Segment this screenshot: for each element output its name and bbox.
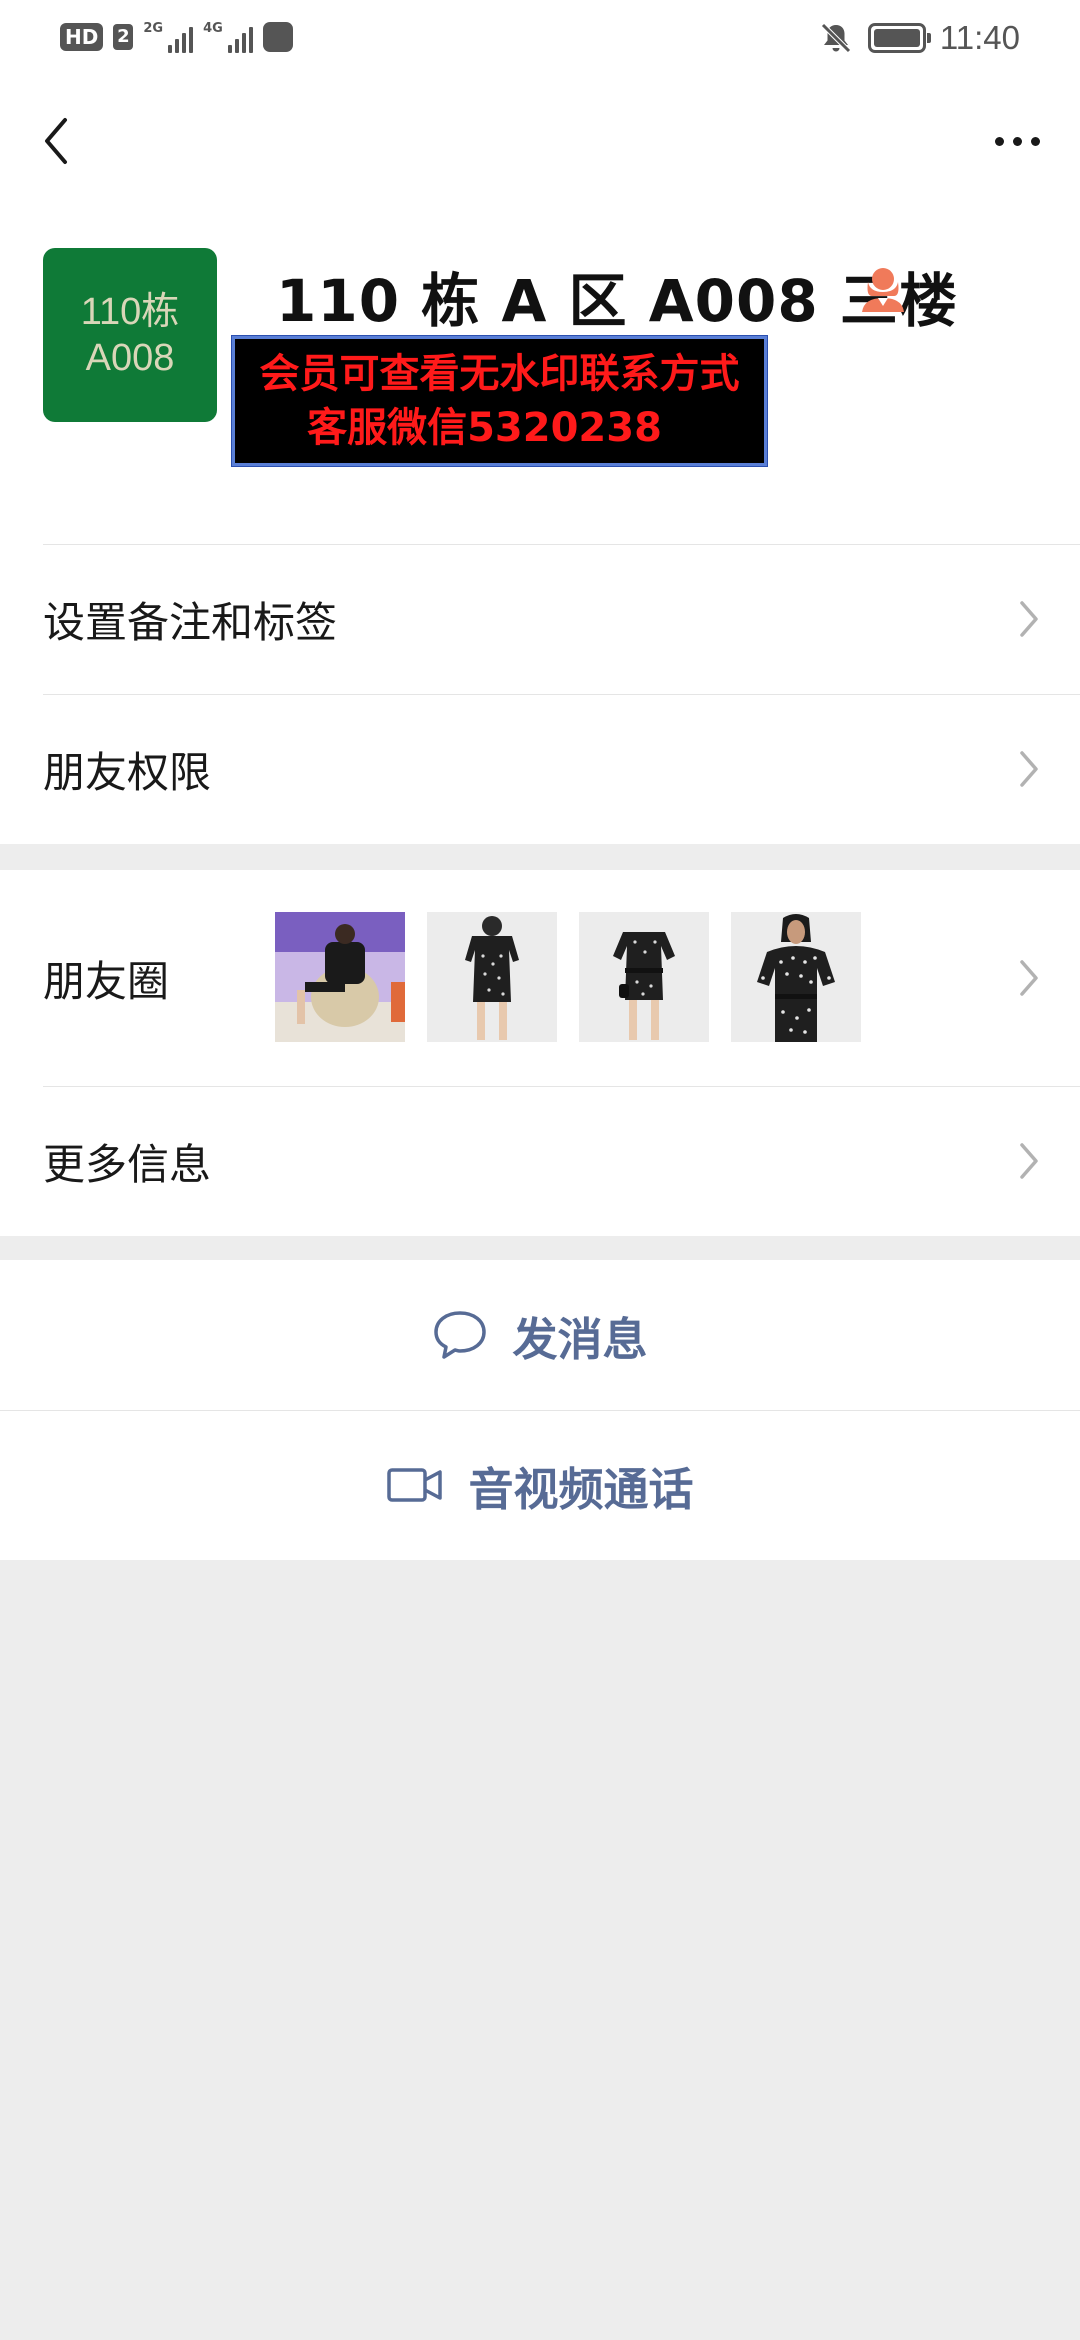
more-info-row[interactable]: 更多信息 [43, 1086, 1080, 1236]
video-call-button[interactable]: 音视频通话 [0, 1410, 1080, 1560]
chat-bubble-icon [434, 1311, 487, 1359]
send-message-label: 发消息 [512, 1312, 648, 1366]
moments-photo[interactable] [427, 912, 557, 1042]
remark-tags-label: 设置备注和标签 [43, 597, 338, 647]
back-button[interactable] [28, 108, 84, 174]
watermark-banner: 会员可查看无水印联系方式 客服微信5320238 [231, 335, 768, 467]
moments-photo[interactable] [275, 912, 405, 1042]
nav-bar [0, 78, 1080, 204]
watermark-line-1: 会员可查看无水印联系方式 [259, 351, 740, 397]
moments-group: 朋友圈 更多信息 [0, 870, 1080, 1236]
chevron-right-icon [1020, 601, 1038, 637]
bell-muted-icon [821, 23, 851, 53]
network-2g-label: 2G [143, 21, 164, 36]
video-camera-icon [387, 1468, 443, 1502]
status-right-icons: 11:40 [818, 18, 1020, 58]
photo-dress-front-image [579, 912, 709, 1042]
send-message-button[interactable]: 发消息 [0, 1260, 1080, 1410]
status-time: 11:40 [939, 19, 1020, 56]
profile-header: 110栋 A008 110 栋 A 区 A008 三楼 会员可查看无水印联系方式… [0, 204, 1080, 544]
avatar-line-1: 110栋 [80, 291, 180, 333]
sim-badge: 2 [113, 24, 134, 50]
chevron-right-icon [1020, 751, 1038, 787]
moments-photo[interactable] [731, 912, 861, 1042]
photo-dress-back-image [427, 912, 557, 1042]
status-left-icons: HD 2 2G 4G [60, 20, 293, 54]
signal-4g-icon: 4G [203, 21, 253, 53]
actions-group: 发消息 音视频通话 [0, 1260, 1080, 1560]
moments-photo[interactable] [579, 912, 709, 1042]
battery-icon [867, 23, 931, 53]
hd-badge: HD [60, 23, 104, 51]
video-call-label: 音视频通话 [468, 1462, 694, 1516]
settings-group: 设置备注和标签 朋友权限 [0, 544, 1080, 844]
more-info-label: 更多信息 [43, 1139, 212, 1189]
avatar[interactable]: 110栋 A008 [43, 248, 217, 422]
dot-icon [1012, 136, 1022, 146]
friend-permissions-row[interactable]: 朋友权限 [43, 694, 1080, 844]
moments-thumbnails [275, 912, 861, 1042]
friend-permissions-label: 朋友权限 [43, 747, 212, 797]
more-options-button[interactable] [982, 108, 1052, 174]
network-4g-label: 4G [203, 21, 223, 36]
status-bar: HD 2 2G 4G 11:40 [0, 0, 1080, 78]
watermark-line-2: 客服微信5320238 [307, 405, 662, 451]
dot-icon [994, 136, 1004, 146]
remark-tags-row[interactable]: 设置备注和标签 [43, 544, 1080, 694]
photo-woman-chair-image [275, 912, 405, 1042]
photo-model-image [731, 912, 861, 1042]
huawei-app-icon [262, 22, 293, 52]
avatar-line-2: A008 [85, 337, 175, 379]
chevron-right-icon [1020, 960, 1038, 996]
moments-label: 朋友圈 [43, 956, 170, 1006]
chevron-left-icon [45, 118, 67, 164]
signal-2g-icon: 2G [143, 21, 194, 53]
female-icon [862, 268, 904, 312]
chevron-right-icon [1020, 1143, 1038, 1179]
dot-icon [1030, 136, 1040, 146]
contact-name: 110 栋 A 区 A008 三楼 [276, 267, 958, 335]
